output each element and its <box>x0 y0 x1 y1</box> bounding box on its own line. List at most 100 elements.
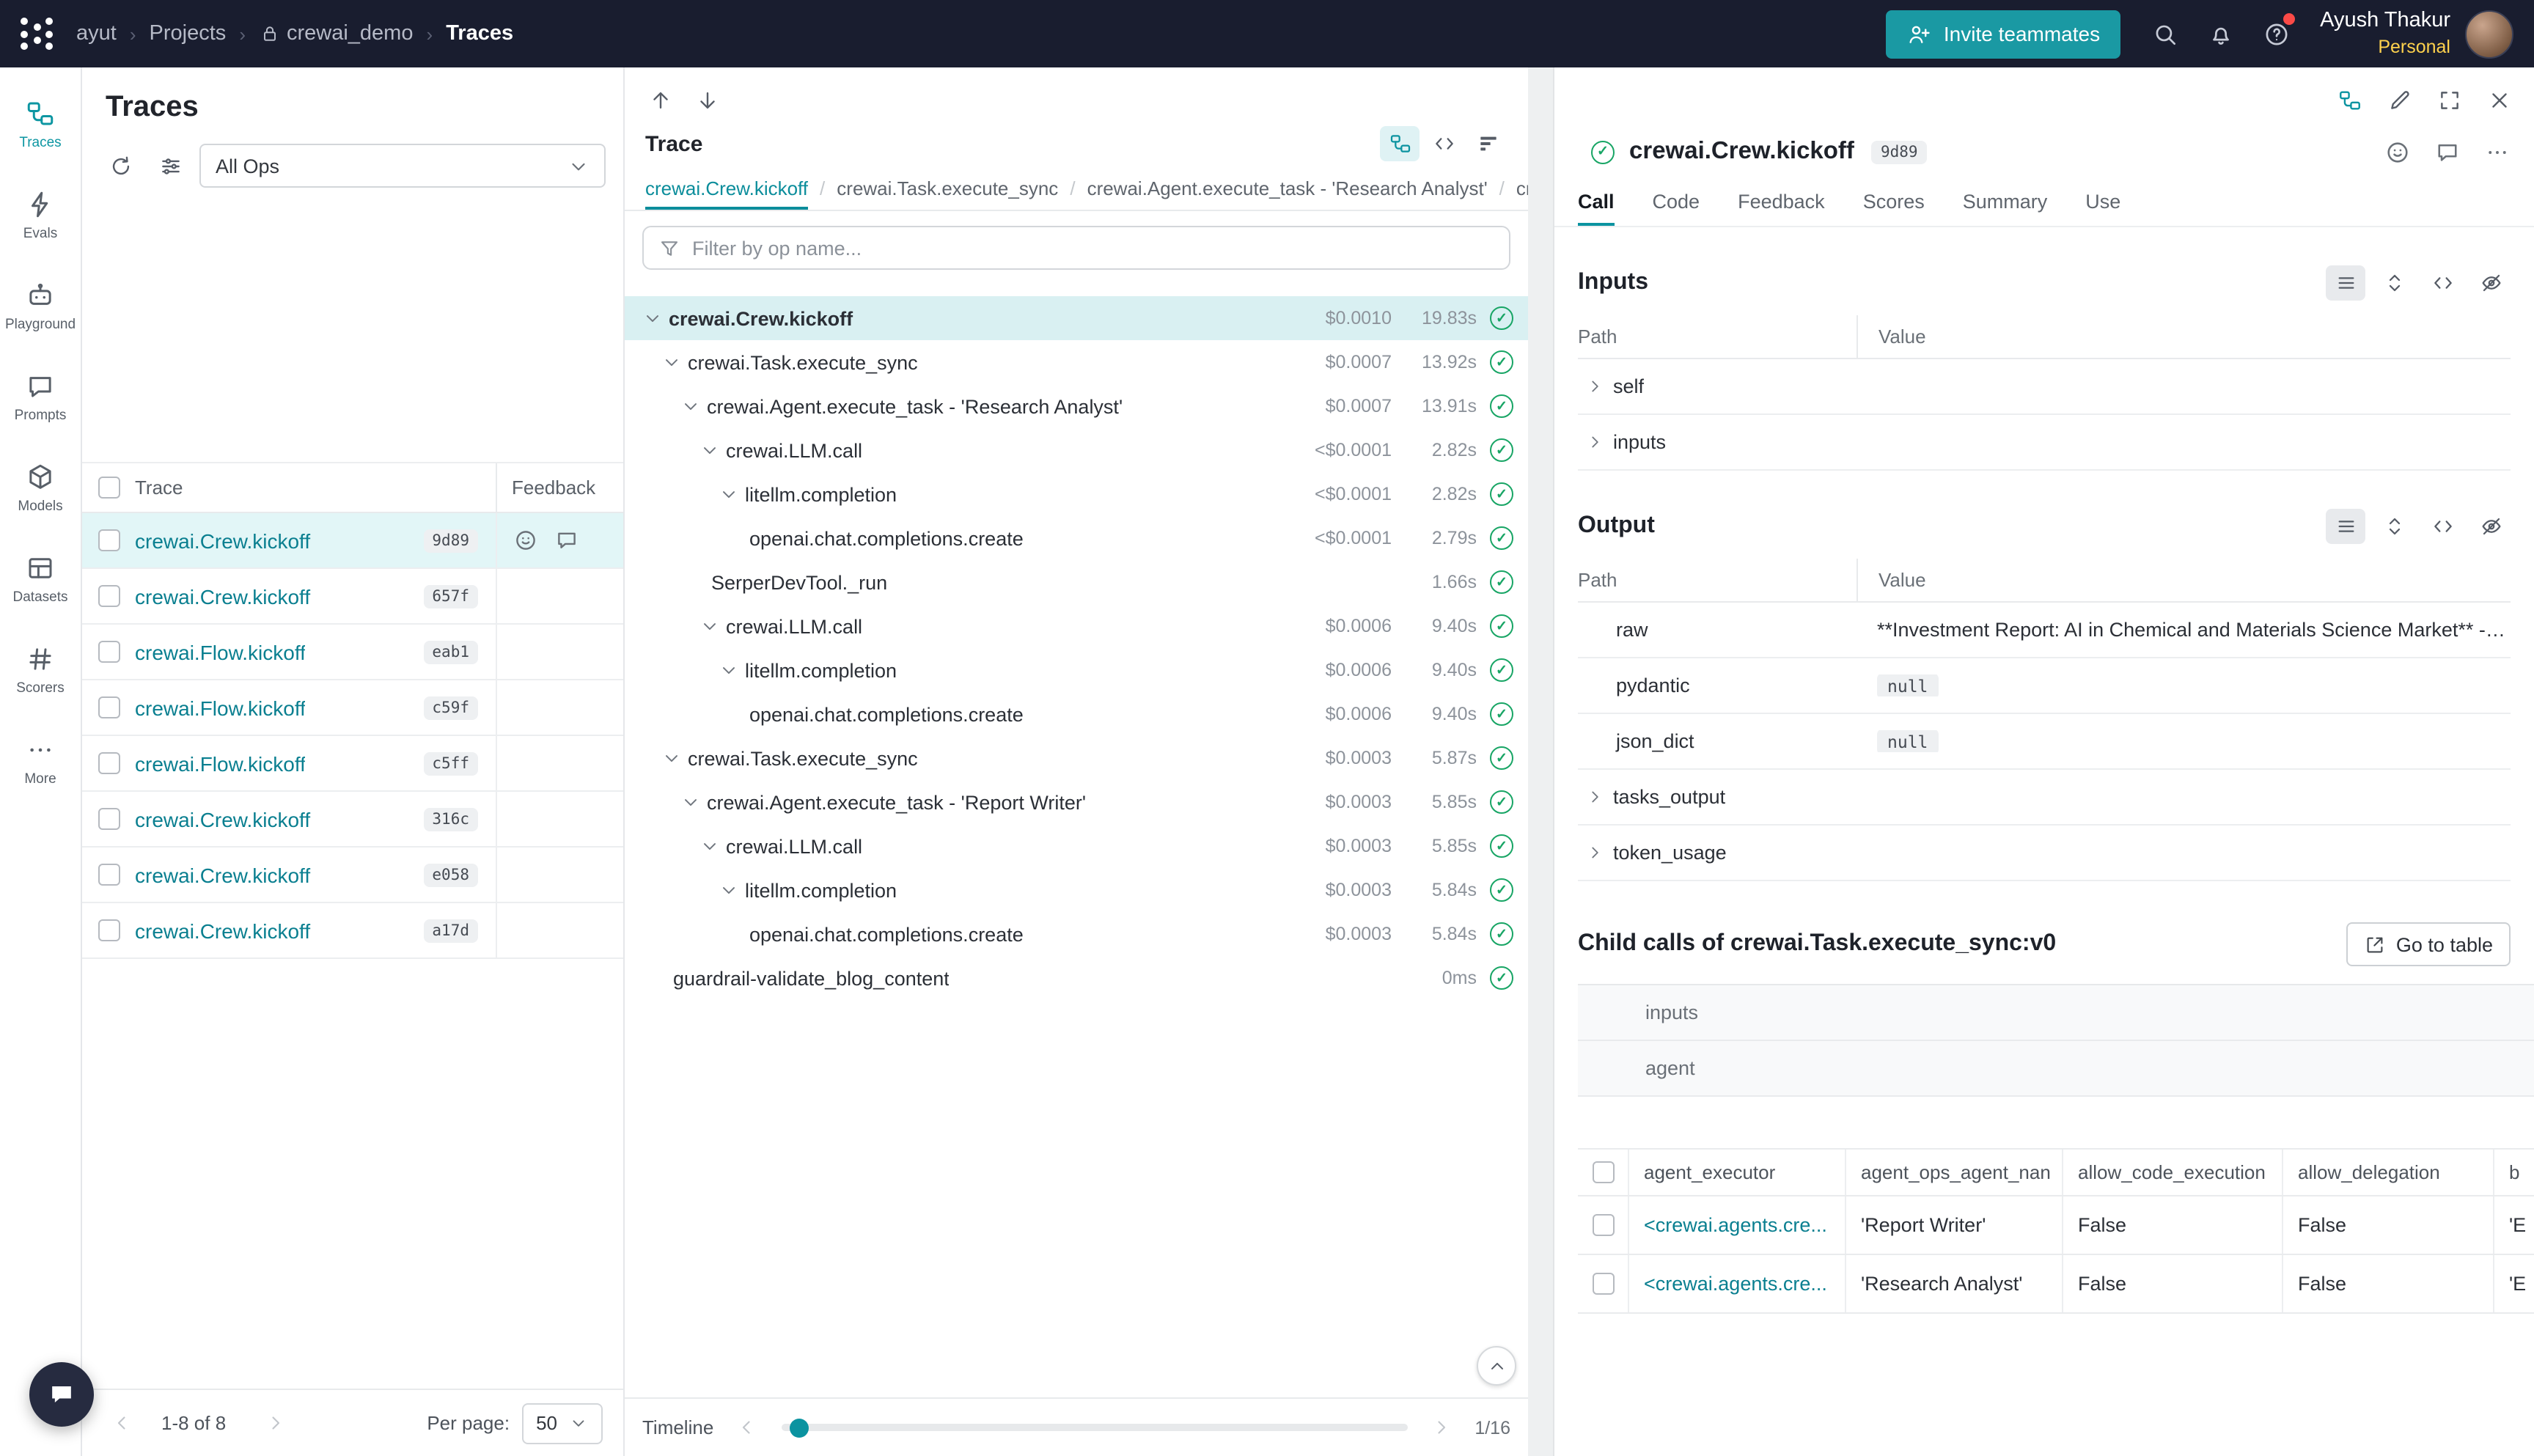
tab-use[interactable]: Use <box>2085 177 2120 226</box>
trace-tree-row[interactable]: litellm.completion$0.00069.40s✓ <box>625 648 1528 692</box>
trace-tree-row[interactable]: litellm.completion<$0.00012.82s✓ <box>625 472 1528 516</box>
trace-tree-row[interactable]: crewai.Task.execute_sync$0.00035.87s✓ <box>625 736 1528 780</box>
sidebar-item-traces[interactable]: Traces <box>1 79 80 170</box>
timeline-slider-handle[interactable] <box>790 1418 809 1437</box>
sidebar-item-more[interactable]: More <box>1 716 80 806</box>
trace-op-link[interactable]: crewai.Crew.kickoff <box>135 529 310 552</box>
close-button[interactable] <box>2478 79 2519 120</box>
next-call-button[interactable] <box>686 79 727 120</box>
column-header[interactable]: agent_ops_agent_nan <box>1845 1150 2062 1195</box>
chevron-right-icon[interactable] <box>1581 373 1607 400</box>
display-settings-button[interactable] <box>150 145 191 186</box>
column-header[interactable]: b <box>2493 1150 2534 1195</box>
tree-view-button[interactable] <box>1380 126 1420 161</box>
tab-summary[interactable]: Summary <box>1963 177 2048 226</box>
row-checkbox[interactable] <box>98 585 120 607</box>
trace-op-link[interactable]: crewai.Crew.kickoff <box>135 919 310 942</box>
trace-row[interactable]: crewai.Crew.kickoff657f <box>82 569 623 625</box>
row-checkbox[interactable] <box>98 696 120 718</box>
trace-op-link[interactable]: crewai.Flow.kickoff <box>135 696 306 719</box>
trace-op-link[interactable]: crewai.Crew.kickoff <box>135 584 310 608</box>
select-all-checkbox[interactable] <box>1592 1161 1614 1183</box>
list-view-button[interactable] <box>2326 509 2365 544</box>
user-menu[interactable]: Ayush Thakur Personal <box>2320 8 2513 59</box>
chevron-down-icon[interactable] <box>697 437 723 463</box>
trace-row[interactable]: crewai.Crew.kickoff9d89 <box>82 513 623 569</box>
trace-tree-row[interactable]: crewai.Agent.execute_task - 'Report Writ… <box>625 780 1528 824</box>
invite-teammates-button[interactable]: Invite teammates <box>1887 10 2120 58</box>
child-call-row[interactable]: <crewai.agents.cre...'Report Writer'Fals… <box>1578 1196 2534 1255</box>
chevron-down-icon[interactable] <box>658 349 685 375</box>
row-checkbox[interactable] <box>98 864 120 886</box>
trace-tree-row[interactable]: openai.chat.completions.create$0.00069.4… <box>625 692 1528 736</box>
hide-values-button[interactable] <box>2471 509 2511 544</box>
chevron-down-icon[interactable] <box>697 833 723 859</box>
trace-row[interactable]: crewai.Crew.kickoffe058 <box>82 848 623 903</box>
wandb-logo[interactable] <box>21 18 53 50</box>
search-button[interactable] <box>2138 7 2191 60</box>
previous-call-button[interactable] <box>639 79 680 120</box>
row-checkbox[interactable] <box>98 752 120 774</box>
trace-op-link[interactable]: crewai.Flow.kickoff <box>135 751 306 775</box>
column-header[interactable]: agent_executor <box>1628 1150 1845 1195</box>
add-reaction-button[interactable] <box>2384 139 2411 165</box>
flame-view-button[interactable] <box>1468 126 1507 161</box>
breadcrumb-projects[interactable]: Projects <box>150 22 227 45</box>
edit-button[interactable] <box>2379 79 2420 120</box>
timeline-prev-button[interactable] <box>728 1408 766 1446</box>
column-header[interactable]: allow_code_execution <box>2062 1150 2282 1195</box>
trace-op-link[interactable]: crewai.Crew.kickoff <box>135 863 310 886</box>
more-options-button[interactable] <box>2484 139 2511 165</box>
sidebar-item-datasets[interactable]: Datasets <box>1 534 80 625</box>
go-to-table-button[interactable]: Go to table <box>2346 922 2511 966</box>
output-row-json-dict[interactable]: json_dict null <box>1578 714 2511 770</box>
op-filter-input[interactable] <box>692 237 1494 259</box>
trace-path-tab[interactable]: crewai.Task.execute_sync <box>837 167 1058 210</box>
help-button[interactable] <box>2250 7 2302 60</box>
op-filter-select[interactable]: All Ops <box>199 144 606 188</box>
chevron-down-icon[interactable] <box>716 877 742 903</box>
trace-row[interactable]: crewai.Crew.kickoff316c <box>82 792 623 848</box>
child-call-row[interactable]: <crewai.agents.cre...'Research Analyst'F… <box>1578 1255 2534 1314</box>
chevron-down-icon[interactable] <box>716 481 742 507</box>
trace-tree-row[interactable]: guardrail-validate_blog_content0ms✓ <box>625 956 1528 1000</box>
expand-rows-button[interactable] <box>2374 509 2414 544</box>
comment-indicator-icon[interactable] <box>553 527 579 554</box>
chevron-right-icon[interactable] <box>1581 429 1607 455</box>
trace-tree-row[interactable]: openai.chat.completions.create$0.00035.8… <box>625 912 1528 956</box>
trace-tree-row[interactable]: litellm.completion$0.00035.84s✓ <box>625 868 1528 912</box>
trace-op-link[interactable]: crewai.Crew.kickoff <box>135 807 310 831</box>
chat-launcher-button[interactable] <box>29 1362 94 1427</box>
output-row-raw[interactable]: raw **Investment Report: AI in Chemical … <box>1578 603 2511 658</box>
timeline-next-button[interactable] <box>1422 1408 1460 1446</box>
comment-button[interactable] <box>2434 139 2461 165</box>
trace-path-tab[interactable]: crewai.Crew.kickoff <box>645 167 808 210</box>
show-trace-tree-button[interactable] <box>2329 79 2370 120</box>
sidebar-item-models[interactable]: Models <box>1 443 80 534</box>
column-header-feedback[interactable]: Feedback <box>512 477 595 499</box>
trace-row[interactable]: crewai.Flow.kickoffc5ff <box>82 736 623 792</box>
avatar[interactable] <box>2465 10 2513 58</box>
sidebar-item-scorers[interactable]: Scorers <box>1 625 80 716</box>
trace-path-tab[interactable]: crewai.Agent.execute_task - 'Research An… <box>1087 167 1488 210</box>
trace-row[interactable]: crewai.Crew.kickoffa17d <box>82 903 623 959</box>
scroll-to-top-button[interactable] <box>1477 1346 1516 1386</box>
trace-tree-row[interactable]: crewai.Task.execute_sync$0.000713.92s✓ <box>625 340 1528 384</box>
trace-tree-row[interactable]: openai.chat.completions.create<$0.00012.… <box>625 516 1528 560</box>
row-checkbox[interactable] <box>98 919 120 941</box>
per-page-select[interactable]: 50 <box>521 1402 603 1444</box>
list-view-button[interactable] <box>2326 265 2365 301</box>
reaction-indicator-icon[interactable] <box>512 527 538 554</box>
trace-tree-row[interactable]: crewai.Crew.kickoff$0.001019.83s✓ <box>625 296 1528 340</box>
chevron-down-icon[interactable] <box>639 305 666 331</box>
chevron-down-icon[interactable] <box>716 657 742 683</box>
sidebar-item-playground[interactable]: Playground <box>1 261 80 352</box>
hide-values-button[interactable] <box>2471 265 2511 301</box>
column-header[interactable]: allow_delegation <box>2282 1150 2493 1195</box>
row-checkbox[interactable] <box>98 808 120 830</box>
select-all-checkbox[interactable] <box>98 477 120 499</box>
code-view-button[interactable] <box>1424 126 1464 161</box>
tab-scores[interactable]: Scores <box>1863 177 1925 226</box>
code-view-button[interactable] <box>2423 265 2462 301</box>
chevron-right-icon[interactable] <box>1581 839 1607 866</box>
